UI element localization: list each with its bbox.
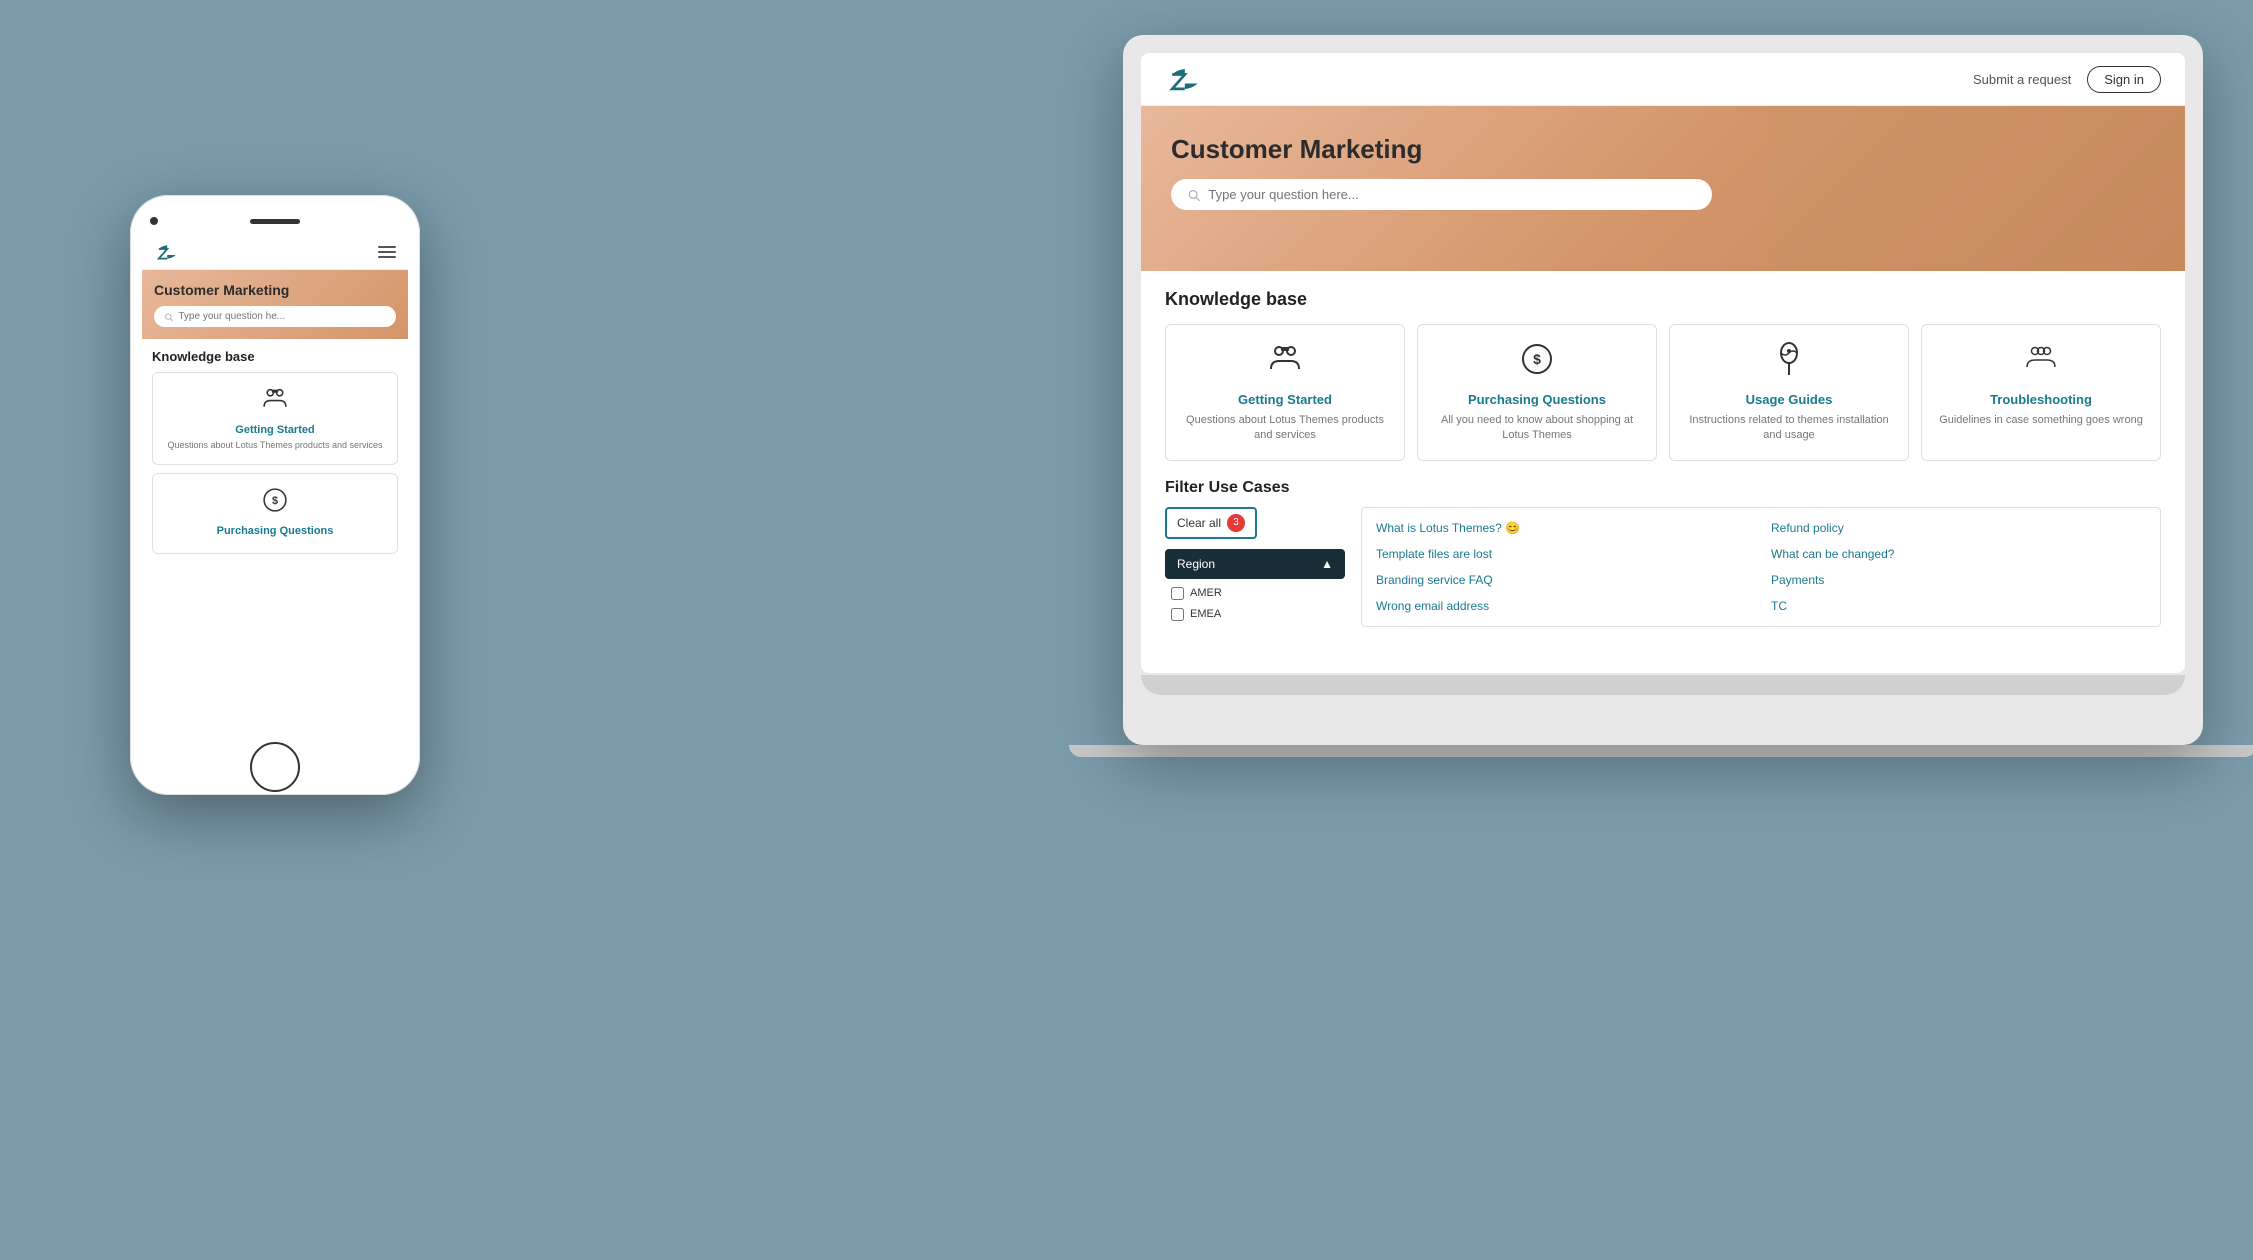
result-branding-faq[interactable]: Branding service FAQ (1376, 570, 1751, 590)
kb-grid: Getting Started Questions about Lotus Th… (1165, 324, 2161, 461)
laptop-frame: Submit a request Sign in Customer Market… (1123, 35, 2203, 745)
usage-guides-icon (1682, 341, 1896, 384)
scene: Submit a request Sign in Customer Market… (0, 0, 2253, 1260)
phone-kb-purchasing-title: Purchasing Questions (161, 525, 389, 537)
filter-row: Clear all 3 Region ▲ AMER (1165, 507, 2161, 627)
emea-checkbox[interactable] (1171, 608, 1184, 621)
phone-page-title: Customer Marketing (154, 282, 396, 298)
kb-card-purchasing-desc: All you need to know about shopping at L… (1430, 413, 1644, 444)
kb-card-troubleshooting[interactable]: Troubleshooting Guidelines in case somet… (1921, 324, 2161, 461)
hero-section: Customer Marketing (1141, 106, 2185, 271)
hamburger-line-3 (378, 256, 396, 258)
phone-notch (142, 207, 408, 235)
phone-kb-card-purchasing[interactable]: $ Purchasing Questions (152, 473, 398, 554)
purchasing-icon: $ (1430, 341, 1644, 384)
region-label: Region (1177, 557, 1215, 571)
troubleshooting-icon (1934, 341, 2148, 384)
result-lotus-themes[interactable]: What is Lotus Themes? 😊 (1376, 518, 1751, 538)
phone-getting-started-icon (161, 385, 389, 419)
hamburger-menu[interactable] (378, 246, 396, 258)
home-button[interactable] (250, 742, 300, 792)
clear-all-button[interactable]: Clear all 3 (1165, 507, 1257, 539)
amer-checkbox[interactable] (1171, 587, 1184, 600)
kb-card-getting-started-desc: Questions about Lotus Themes products an… (1178, 413, 1392, 444)
filter-section-title: Filter Use Cases (1165, 479, 2161, 497)
laptop-bottom (1069, 745, 2253, 757)
laptop-screen: Submit a request Sign in Customer Market… (1141, 53, 2185, 673)
hamburger-line-1 (378, 246, 396, 248)
phone-kb-card-getting-started[interactable]: Getting Started Questions about Lotus Th… (152, 372, 398, 465)
search-bar[interactable] (1171, 179, 1712, 210)
result-tc[interactable]: TC (1771, 596, 2146, 616)
chevron-up-icon: ▲ (1321, 557, 1333, 571)
laptop-device: Submit a request Sign in Customer Market… (1123, 35, 2203, 795)
results-grid: What is Lotus Themes? 😊 Refund policy Te… (1376, 518, 2146, 616)
filter-badge: 3 (1227, 514, 1245, 532)
kb-card-getting-started[interactable]: Getting Started Questions about Lotus Th… (1165, 324, 1405, 461)
kb-section-title: Knowledge base (1165, 289, 2161, 310)
phone-header (142, 235, 408, 270)
kb-card-usage-guides-desc: Instructions related to themes installat… (1682, 413, 1896, 444)
phone-device: Customer Marketing Knowledge base (130, 195, 420, 795)
submit-request-link[interactable]: Submit a request (1973, 72, 2071, 87)
main-content: Knowledge base (1141, 271, 2185, 673)
header-actions: Submit a request Sign in (1973, 66, 2161, 93)
phone-search-bar[interactable] (154, 306, 396, 327)
phone-zendesk-logo (154, 243, 178, 261)
kb-card-purchasing-title: Purchasing Questions (1430, 392, 1644, 407)
region-dropdown[interactable]: Region ▲ (1165, 549, 1345, 579)
phone-home-indicator (142, 751, 408, 783)
clear-all-label: Clear all (1177, 516, 1221, 530)
phone-search-input[interactable] (178, 311, 386, 322)
result-template-files[interactable]: Template files are lost (1376, 544, 1751, 564)
svg-text:$: $ (272, 495, 278, 507)
phone-speaker (250, 219, 300, 224)
filter-results: What is Lotus Themes? 😊 Refund policy Te… (1361, 507, 2161, 627)
zendesk-logo (1165, 65, 1201, 93)
phone-kb-getting-started-title: Getting Started (161, 424, 389, 436)
checkbox-emea[interactable]: EMEA (1165, 604, 1345, 625)
result-refund[interactable]: Refund policy (1771, 518, 2146, 538)
getting-started-icon (1178, 341, 1392, 384)
phone-frame: Customer Marketing Knowledge base (130, 195, 420, 795)
emea-label: EMEA (1190, 608, 1221, 620)
phone-screen: Customer Marketing Knowledge base (142, 235, 408, 751)
phone-camera (150, 217, 158, 225)
svg-text:$: $ (1533, 351, 1541, 367)
kb-card-usage-guides-title: Usage Guides (1682, 392, 1896, 407)
phone-main: Knowledge base Getting Started Questions (142, 339, 408, 572)
site-header: Submit a request Sign in (1141, 53, 2185, 106)
result-wrong-email[interactable]: Wrong email address (1376, 596, 1751, 616)
kb-card-troubleshooting-title: Troubleshooting (1934, 392, 2148, 407)
laptop-base (1141, 675, 2185, 695)
amer-label: AMER (1190, 587, 1222, 599)
result-what-changed[interactable]: What can be changed? (1771, 544, 2146, 564)
filter-sidebar: Clear all 3 Region ▲ AMER (1165, 507, 1345, 625)
knowledge-base-section: Knowledge base (1165, 289, 2161, 461)
search-icon (1187, 188, 1200, 202)
phone-purchasing-icon: $ (161, 486, 389, 520)
phone-kb-getting-started-desc: Questions about Lotus Themes products an… (161, 440, 389, 452)
hamburger-line-2 (378, 251, 396, 253)
kb-card-getting-started-title: Getting Started (1178, 392, 1392, 407)
kb-card-troubleshooting-desc: Guidelines in case something goes wrong (1934, 413, 2148, 428)
result-payments[interactable]: Payments (1771, 570, 2146, 590)
page-title: Customer Marketing (1171, 134, 2155, 165)
checkbox-amer[interactable]: AMER (1165, 583, 1345, 604)
filter-section: Filter Use Cases Clear all 3 Region ▲ (1165, 479, 2161, 627)
phone-search-icon (164, 312, 173, 322)
kb-card-usage-guides[interactable]: Usage Guides Instructions related to the… (1669, 324, 1909, 461)
phone-hero: Customer Marketing (142, 270, 408, 339)
sign-in-button[interactable]: Sign in (2087, 66, 2161, 93)
kb-card-purchasing[interactable]: $ Purchasing Questions All you need to k… (1417, 324, 1657, 461)
search-input[interactable] (1208, 187, 1696, 202)
phone-kb-title: Knowledge base (152, 349, 398, 364)
